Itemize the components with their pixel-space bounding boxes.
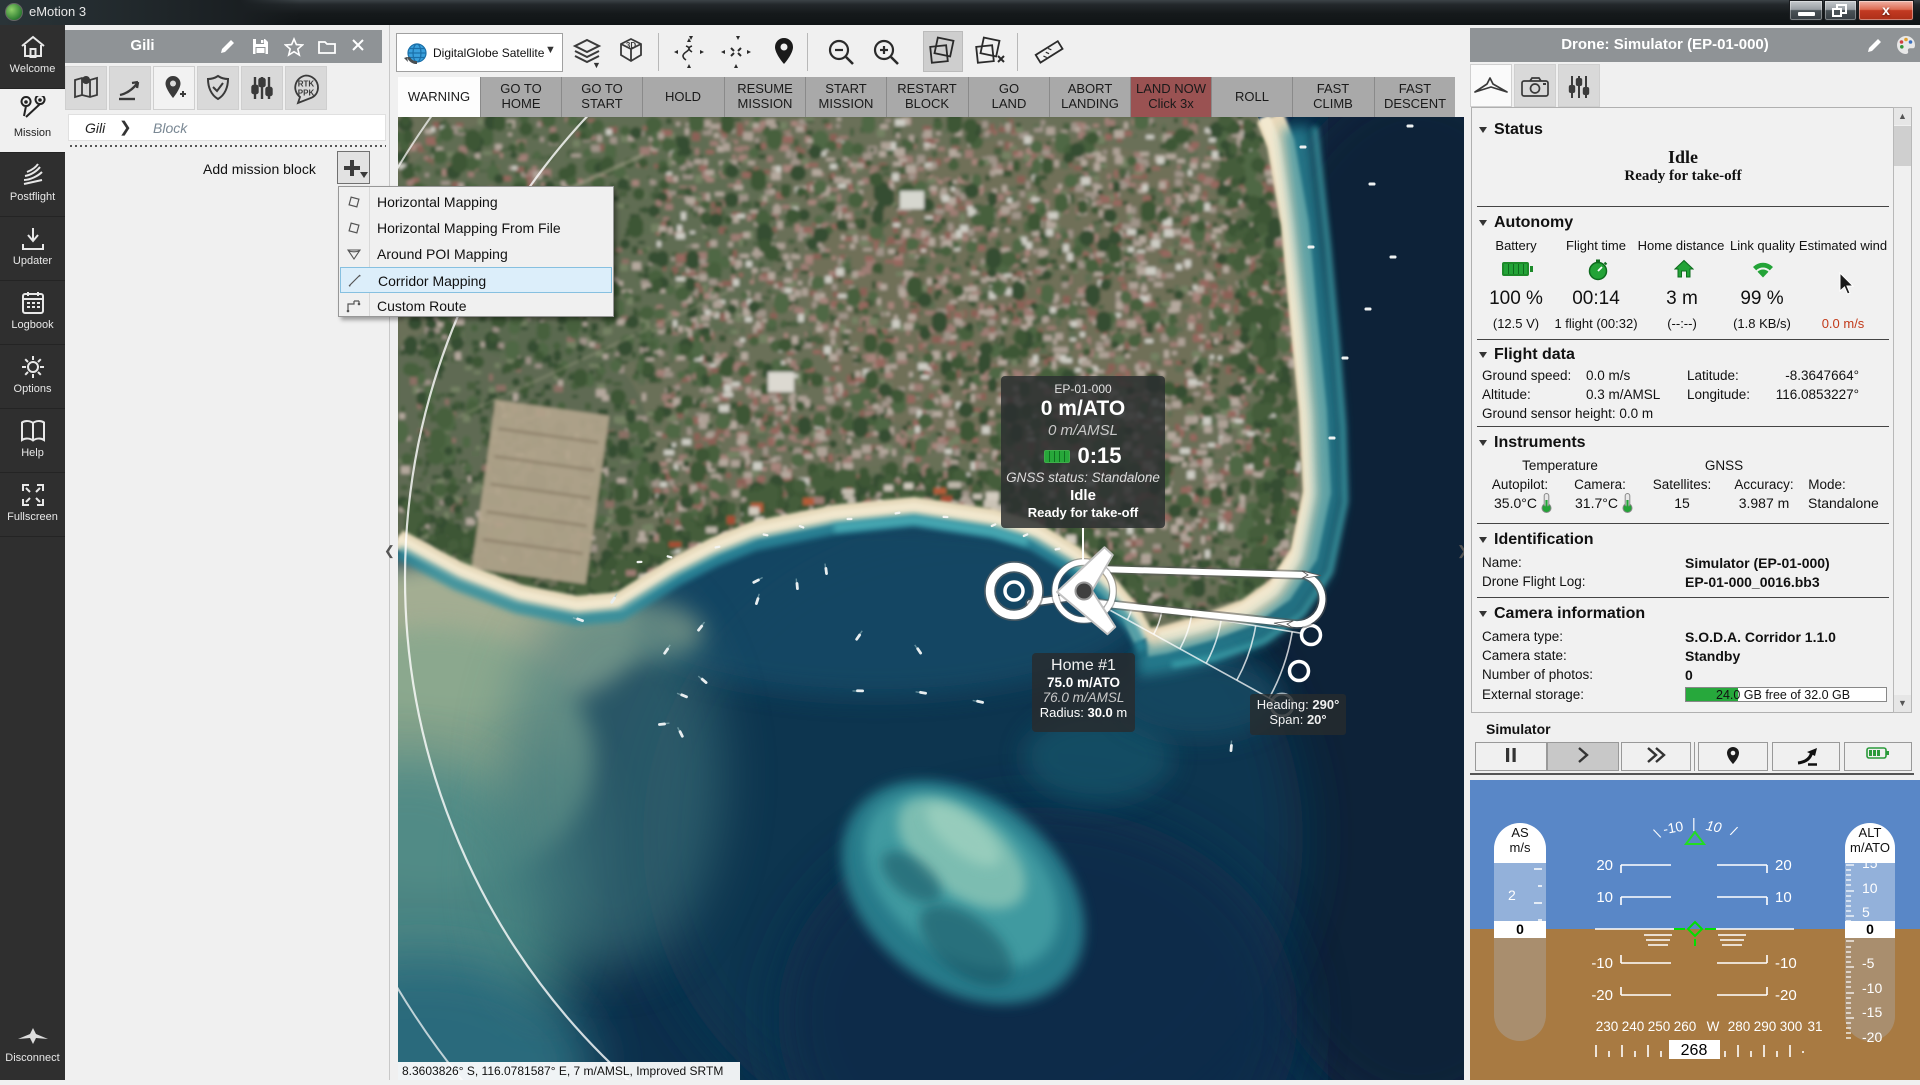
- svg-text:290: 290: [1754, 1019, 1777, 1034]
- svg-text:10: 10: [1705, 817, 1723, 835]
- svg-text:20: 20: [1596, 857, 1613, 874]
- svg-text:250: 250: [1648, 1019, 1671, 1034]
- svg-text:230: 230: [1596, 1019, 1619, 1034]
- svg-text:3D: 3D: [626, 41, 636, 50]
- svg-text:10: 10: [1775, 889, 1792, 906]
- svg-text:|: |: [1692, 815, 1696, 831]
- svg-text:280: 280: [1728, 1019, 1751, 1034]
- svg-text:PPK: PPK: [298, 89, 315, 98]
- svg-text:W: W: [1707, 1019, 1720, 1034]
- svg-text:10: 10: [1596, 889, 1613, 906]
- svg-text:268: 268: [1681, 1042, 1708, 1059]
- svg-text:20: 20: [1775, 857, 1792, 874]
- svg-text:-20: -20: [1591, 987, 1613, 1004]
- svg-text:31: 31: [1807, 1019, 1822, 1034]
- svg-text:260: 260: [1674, 1019, 1697, 1034]
- svg-text:\: \: [1652, 825, 1663, 841]
- svg-text:-20: -20: [1775, 987, 1797, 1004]
- svg-text:-10: -10: [1662, 818, 1685, 837]
- svg-text:/: /: [1728, 823, 1739, 839]
- svg-text:240: 240: [1622, 1019, 1645, 1034]
- svg-text:300: 300: [1780, 1019, 1803, 1034]
- svg-text:-10: -10: [1591, 955, 1613, 972]
- svg-text:-10: -10: [1775, 955, 1797, 972]
- svg-text:RTK: RTK: [298, 80, 315, 89]
